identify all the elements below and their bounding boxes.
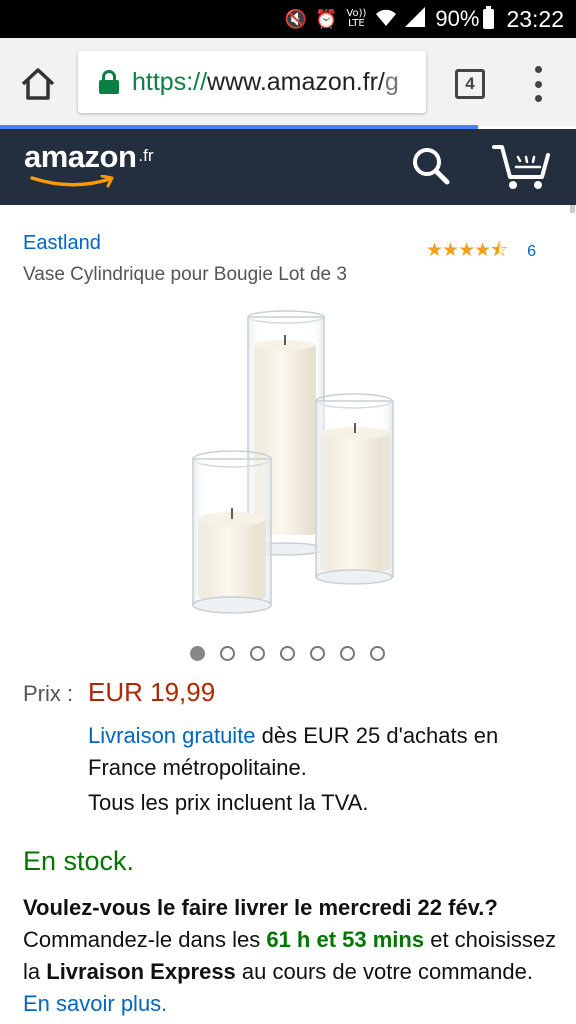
battery-percentage: 90% xyxy=(435,6,480,31)
mute-icon: 🔇 xyxy=(284,8,307,30)
url-scheme: https:// xyxy=(132,67,208,96)
product-title: Vase Cylindrique pour Bougie Lot de 3 xyxy=(23,264,347,285)
search-button[interactable] xyxy=(408,143,454,189)
alarm-icon: ⏰ xyxy=(314,8,338,30)
shipping-info: Livraison gratuite dès EUR 25 d'achats e… xyxy=(88,720,558,784)
carousel-dot[interactable] xyxy=(250,646,265,661)
signal-icon xyxy=(405,6,426,32)
carousel-dot[interactable] xyxy=(370,646,385,661)
clock: 23:22 xyxy=(506,5,564,32)
logo-word: amazon xyxy=(24,139,137,174)
browser-toolbar: https://www.amazon.fr/g 4 xyxy=(0,38,576,126)
learn-more-link[interactable]: En savoir plus. xyxy=(23,991,167,1016)
delivery-countdown: 61 h et 53 mins xyxy=(266,927,425,952)
carousel-dot[interactable] xyxy=(190,646,205,661)
stock-status: En stock. xyxy=(23,846,135,876)
tab-switcher-button[interactable]: 4 xyxy=(455,69,485,99)
amazon-logo[interactable]: amazon .fr xyxy=(24,139,154,188)
carousel-dot[interactable] xyxy=(220,646,235,661)
carousel-dot[interactable] xyxy=(310,646,325,661)
url-text[interactable]: https://www.amazon.fr/g xyxy=(132,68,399,97)
delivery-question: Voulez-vous le faire livrer le mercredi … xyxy=(23,895,498,920)
customer-rating[interactable]: ★★★★⯪ 6 xyxy=(426,236,536,268)
logo-tld: .fr xyxy=(138,146,154,165)
carousel-dot[interactable] xyxy=(280,646,295,661)
battery-icon xyxy=(483,6,495,29)
delivery-message: Voulez-vous le faire livrer le mercredi … xyxy=(23,892,563,1020)
smile-icon xyxy=(30,175,114,188)
free-shipping-link[interactable]: Livraison gratuite xyxy=(88,723,256,748)
express-delivery-label: Livraison Express xyxy=(46,959,236,984)
carousel-dot[interactable] xyxy=(340,646,355,661)
page-scrollbar[interactable] xyxy=(570,205,575,213)
status-bar: 🔇 ⏰ Vo)) LTE 90% 23:22 xyxy=(0,0,576,38)
price-label: Prix : xyxy=(23,681,74,706)
delivery-text-1: Commandez-le dans les xyxy=(23,927,267,952)
cart-button[interactable] xyxy=(490,141,554,191)
product-image[interactable] xyxy=(186,305,396,621)
site-header: amazon .fr xyxy=(0,129,576,205)
volte-icon: Vo)) LTE xyxy=(346,8,367,29)
search-icon xyxy=(413,148,450,185)
menu-dot-icon xyxy=(534,80,542,88)
price-value: EUR 19,99 xyxy=(88,677,216,707)
menu-dot-icon xyxy=(534,66,542,73)
vat-note: Tous les prix incluent la TVA. xyxy=(88,790,369,815)
home-icon xyxy=(21,68,55,100)
home-button[interactable] xyxy=(18,64,58,104)
lock-icon xyxy=(98,70,120,94)
wifi-icon xyxy=(375,7,397,32)
browser-menu-button[interactable] xyxy=(528,66,548,102)
star-rating-icon: ★★★★⯪ xyxy=(426,239,508,261)
url-bar[interactable]: https://www.amazon.fr/g xyxy=(78,51,426,113)
rating-count[interactable]: 6 xyxy=(527,243,536,261)
url-host: www.amazon.fr/ xyxy=(207,67,385,96)
brand-link[interactable]: Eastland xyxy=(23,232,101,255)
delivery-text-3: au cours de votre commande. xyxy=(235,959,533,984)
cart-icon xyxy=(492,145,550,189)
image-carousel-indicator xyxy=(190,646,400,661)
url-path: g xyxy=(384,67,399,96)
menu-dot-icon xyxy=(534,95,542,102)
